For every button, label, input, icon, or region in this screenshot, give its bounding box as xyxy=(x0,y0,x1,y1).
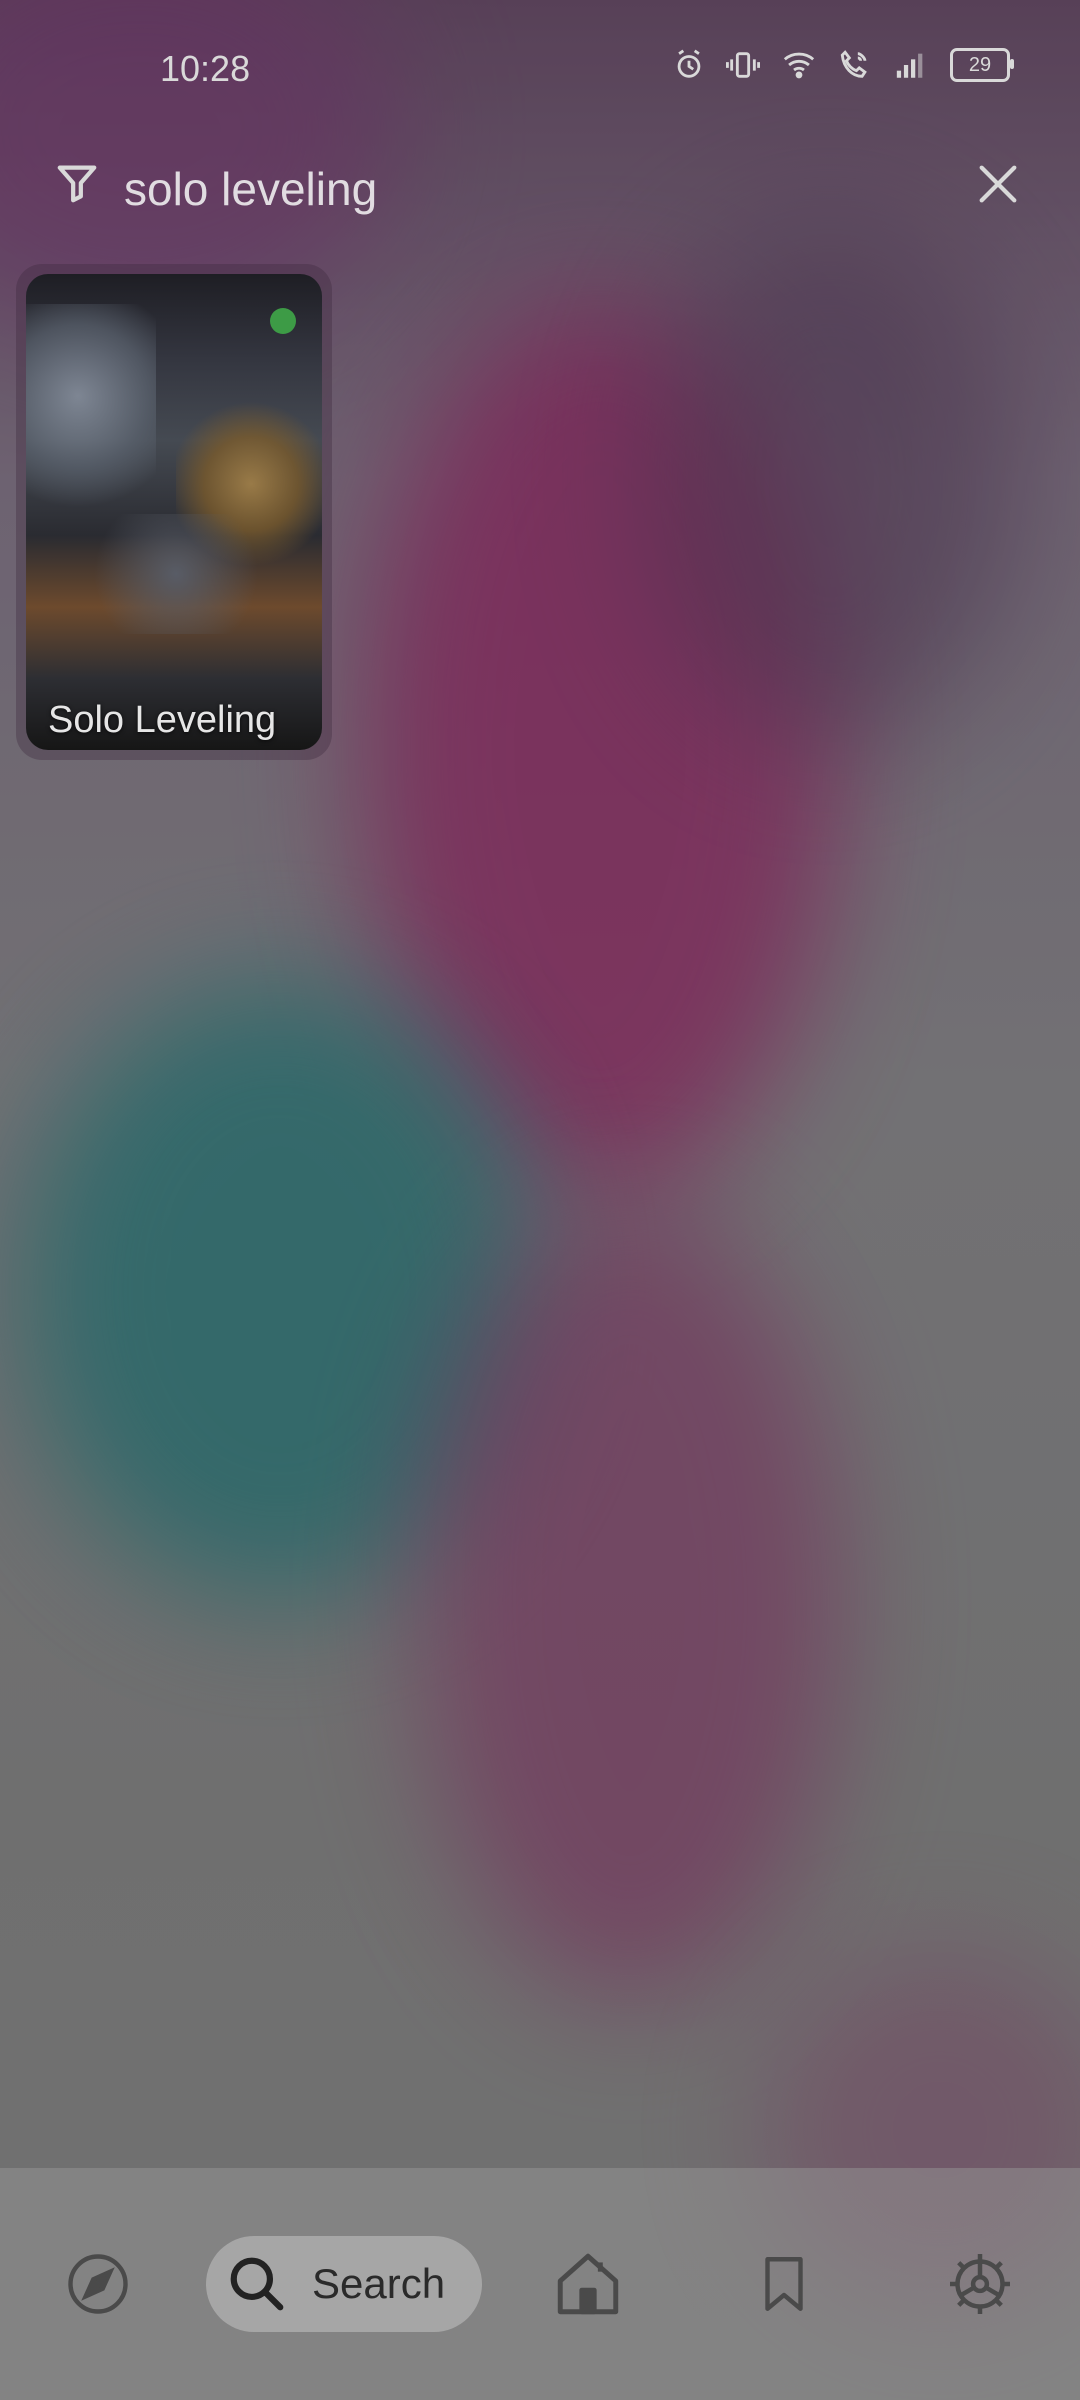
status-icons: 29 xyxy=(672,48,1014,82)
bottom-nav: Search xyxy=(0,2168,1080,2400)
alarm-icon xyxy=(677,49,701,78)
search-query[interactable]: solo leveling xyxy=(124,162,377,216)
bookmark-icon xyxy=(765,2257,803,2311)
nav-bookmarks[interactable] xyxy=(734,2168,834,2400)
nav-home[interactable] xyxy=(538,2168,638,2400)
home-icon xyxy=(557,2253,619,2315)
search-tab-pill[interactable]: Search xyxy=(206,2236,482,2332)
result-title: Solo Leveling xyxy=(48,699,277,741)
signal-icon xyxy=(896,53,923,78)
manga-cover: Solo Leveling xyxy=(26,274,322,750)
vibrate-icon xyxy=(726,52,760,78)
compass-icon xyxy=(68,2254,128,2314)
result-card[interactable]: Solo Leveling xyxy=(16,264,332,760)
status-dot xyxy=(270,308,296,334)
search-tab-label: Search xyxy=(312,2260,446,2307)
settings-icon xyxy=(950,2254,1010,2314)
nav-search[interactable]: Search xyxy=(206,2168,482,2400)
nav-settings[interactable] xyxy=(930,2168,1030,2400)
filter-icon[interactable] xyxy=(54,158,100,208)
wifi-icon xyxy=(783,52,815,79)
wifi-calling-icon xyxy=(840,50,867,78)
battery-icon: 29 xyxy=(950,48,1014,82)
status-bar: 10:28 29 xyxy=(0,0,1080,140)
search-icon xyxy=(230,2257,284,2311)
close-icon[interactable] xyxy=(970,156,1026,212)
search-bar: solo leveling xyxy=(0,150,1080,230)
nav-explore[interactable] xyxy=(48,2168,148,2400)
status-time: 10:28 xyxy=(160,48,251,89)
